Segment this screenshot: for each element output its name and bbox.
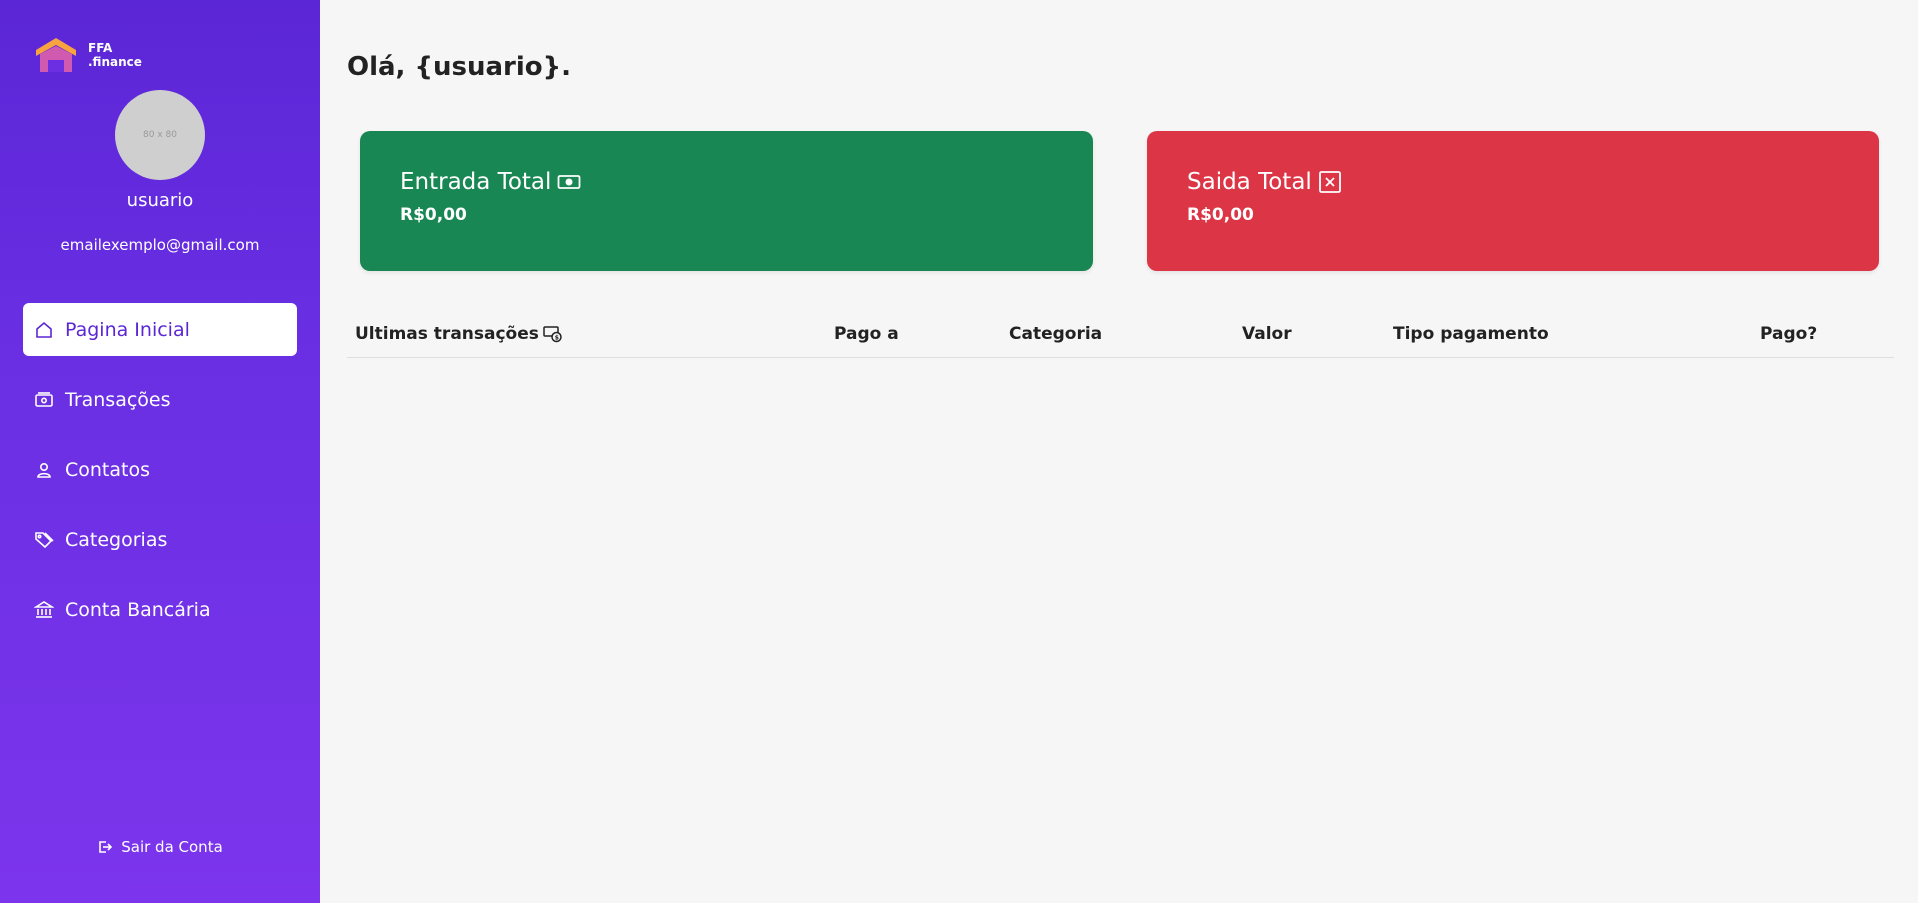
bank-icon [33, 599, 55, 621]
income-card-title: Entrada Total [400, 169, 552, 195]
header-label: Pago? [1760, 324, 1818, 344]
sidebar-item-label: Contatos [65, 458, 150, 481]
expense-card-title: Saida Total [1187, 169, 1312, 195]
sidebar-item-label: Transações [65, 388, 171, 411]
header-tipo-pagamento: Tipo pagamento [1393, 324, 1549, 344]
main-content: Olá, {usuario}. Entrada Total R$0,00 Sai… [320, 0, 1918, 903]
avatar-placeholder: 80 x 80 [143, 130, 177, 140]
logout-label: Sair da Conta [121, 838, 223, 856]
header-pago: Pago? [1760, 324, 1817, 344]
avatar: 80 x 80 [115, 90, 205, 180]
expense-card-value: R$0,00 [1187, 205, 1254, 225]
brand-line1: FFA [88, 41, 113, 55]
expense-card: Saida Total R$0,00 [1147, 131, 1879, 271]
user-email: emailexemplo@gmail.com [60, 236, 260, 254]
box-arrow-right-icon [99, 841, 113, 853]
income-card-title-row: Entrada Total [400, 169, 1053, 195]
page-title: Olá, {usuario}. [347, 52, 572, 82]
money-icon [33, 389, 55, 411]
sidebar-item-conta-bancaria[interactable]: Conta Bancária [23, 583, 297, 636]
cash-icon [558, 175, 581, 189]
header-label: Ultimas transações [355, 324, 539, 344]
logout-button[interactable]: Sair da Conta [0, 838, 320, 856]
income-card-value: R$0,00 [400, 205, 467, 225]
header-categoria: Categoria [1009, 324, 1102, 344]
sidebar-item-label: Conta Bancária [65, 598, 211, 621]
header-pago-a: Pago a [834, 324, 899, 344]
home-icon [33, 319, 55, 341]
header-label: Categoria [1009, 324, 1103, 344]
sidebar-item-contatos[interactable]: Contatos [23, 443, 297, 496]
sidebar: FFA .finance 80 x 80 usuario emailexempl… [0, 0, 320, 903]
sidebar-item-pagina-inicial[interactable]: Pagina Inicial [23, 303, 297, 356]
sidebar-nav: Pagina Inicial Transações Contatos Categ… [23, 303, 297, 653]
transactions-table-header: Ultimas transações $ Pago a Categoria Va… [347, 320, 1894, 358]
tags-icon [33, 529, 55, 551]
brand-line2: .finance [88, 55, 142, 69]
sidebar-item-label: Pagina Inicial [65, 318, 190, 341]
header-label: Valor [1242, 324, 1292, 344]
header-label: Tipo pagamento [1393, 324, 1549, 344]
header-label: Pago a [834, 324, 899, 344]
user-name: usuario [126, 190, 194, 211]
header-valor: Valor [1242, 324, 1292, 344]
sidebar-item-categorias[interactable]: Categorias [23, 513, 297, 566]
brand-text: FFA .finance [88, 41, 142, 69]
x-square-icon [1318, 171, 1341, 193]
person-icon [33, 459, 55, 481]
coin-cash-icon: $ [543, 326, 562, 343]
logo-icon [36, 38, 76, 72]
svg-text:$: $ [555, 335, 559, 342]
sidebar-item-transacoes[interactable]: Transações [23, 373, 297, 426]
income-card: Entrada Total R$0,00 [360, 131, 1093, 271]
brand-logo[interactable]: FFA .finance [34, 36, 142, 74]
expense-card-title-row: Saida Total [1187, 169, 1839, 195]
header-ultimas-transacoes: Ultimas transações $ [355, 324, 563, 344]
sidebar-item-label: Categorias [65, 528, 168, 551]
